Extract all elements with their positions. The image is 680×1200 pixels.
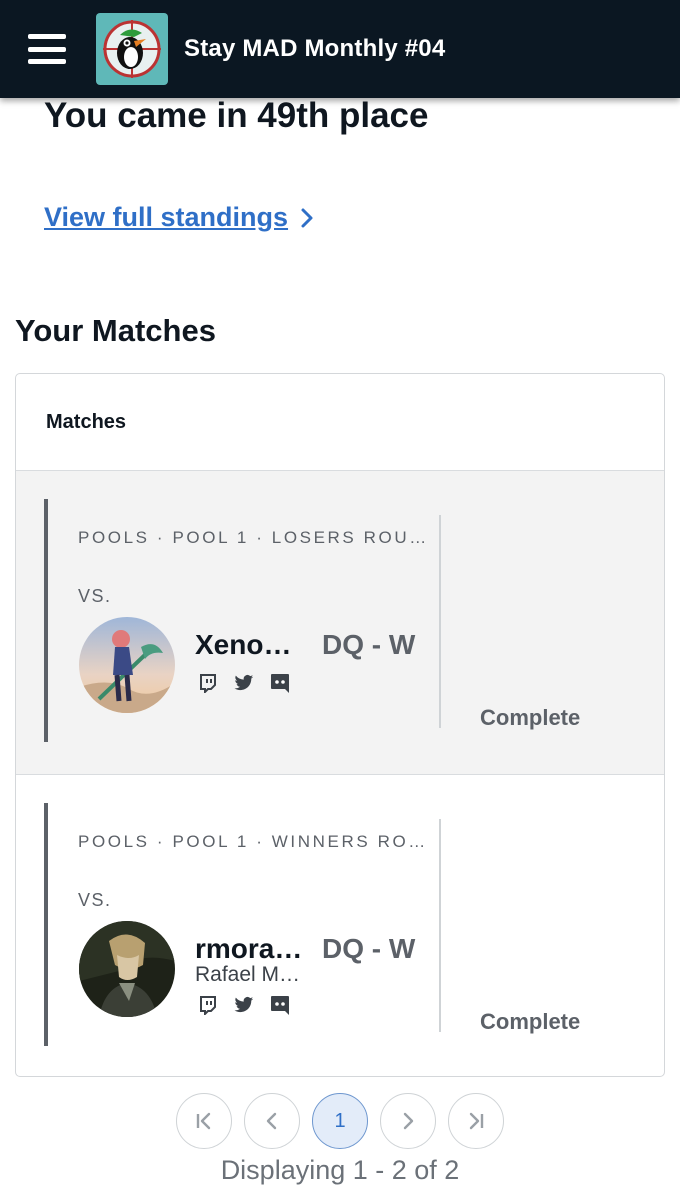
view-standings-label[interactable]: View full standings: [44, 202, 288, 233]
page-button-current[interactable]: 1: [312, 1093, 368, 1149]
prev-page-button[interactable]: [244, 1093, 300, 1149]
avatar[interactable]: [79, 617, 175, 713]
pagination-summary: Displaying 1 - 2 of 2: [220, 1155, 460, 1185]
pagination: 1: [0, 1093, 680, 1149]
discord-icon[interactable]: [268, 993, 292, 1017]
match-status: Complete: [480, 1009, 581, 1034]
tournament-logo[interactable]: [96, 13, 168, 85]
menu-icon[interactable]: [28, 32, 66, 66]
twitch-icon[interactable]: [196, 671, 220, 695]
opponent-name[interactable]: Xenoblade: [195, 629, 303, 661]
social-links: [196, 671, 292, 695]
twitter-icon[interactable]: [232, 993, 256, 1017]
prev-page-icon: [266, 1112, 277, 1130]
match-rail: [44, 803, 48, 1046]
discord-icon[interactable]: [268, 671, 292, 695]
match-divider: [439, 819, 441, 1032]
match-card[interactable]: POOLS · POOL 1 · LOSERS ROUND 1 VS. Xeno…: [16, 471, 664, 775]
last-page-button[interactable]: [448, 1093, 504, 1149]
avatar[interactable]: [79, 921, 175, 1017]
twitter-icon[interactable]: [232, 671, 256, 695]
match-status: Complete: [480, 705, 581, 730]
view-standings-link[interactable]: View full standings: [44, 202, 314, 233]
match-card[interactable]: POOLS · POOL 1 · WINNERS ROUND 1 VS. rmo…: [16, 775, 664, 1076]
match-divider: [439, 515, 441, 728]
matches-panel-header: Matches: [16, 374, 664, 471]
matches-panel: Matches POOLS · POOL 1 · LOSERS ROUND 1 …: [15, 373, 665, 1077]
tournament-title: Stay MAD Monthly #04: [184, 35, 446, 62]
opponent-real-name: Rafael Morales: [195, 963, 303, 986]
match-round-label: POOLS · POOL 1 · WINNERS ROUND 1: [78, 832, 433, 851]
match-rail: [44, 499, 48, 742]
social-links: [196, 993, 292, 1017]
first-page-button[interactable]: [176, 1093, 232, 1149]
last-page-icon: [469, 1112, 484, 1130]
top-bar: Stay MAD Monthly #04: [0, 0, 680, 98]
next-page-icon: [403, 1112, 414, 1130]
vs-label: VS.: [78, 890, 112, 910]
chevron-right-icon: [301, 208, 313, 227]
opponent-name[interactable]: rmorales: [195, 933, 303, 965]
vs-label: VS.: [78, 586, 112, 606]
twitch-icon[interactable]: [196, 993, 220, 1017]
match-score: DQ - W: [322, 933, 416, 964]
your-matches-heading: Your Matches: [15, 313, 216, 348]
first-page-icon: [196, 1112, 211, 1130]
match-round-label: POOLS · POOL 1 · LOSERS ROUND 1: [78, 528, 433, 547]
placement-heading: You came in 49th place: [44, 96, 429, 135]
match-score: DQ - W: [322, 629, 416, 660]
next-page-button[interactable]: [380, 1093, 436, 1149]
